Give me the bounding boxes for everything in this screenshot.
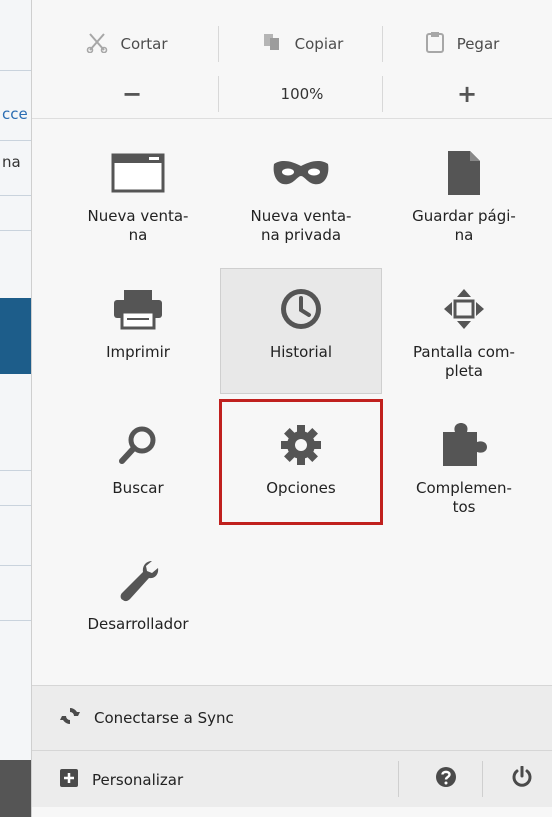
printer-icon: [112, 281, 164, 337]
tile-label: Pantalla com-pleta: [413, 343, 515, 380]
help-button[interactable]: [424, 751, 468, 807]
sync-icon: [60, 706, 80, 730]
zoom-in-button[interactable]: +: [387, 72, 547, 116]
fullscreen-icon: [442, 281, 486, 337]
background-page: cce na: [0, 0, 34, 817]
tile-label: Complemen-tos: [416, 479, 512, 516]
new-window-icon: [111, 145, 165, 201]
save-page-button[interactable]: Guardar pági-na: [383, 132, 545, 260]
customize-label: Personalizar: [92, 771, 184, 789]
cut-label: Cortar: [120, 35, 168, 53]
edit-controls: Cortar Copiar Pegar: [32, 22, 552, 66]
zoom-out-button[interactable]: −: [52, 72, 212, 116]
tile-label: Historial: [269, 343, 332, 361]
find-button[interactable]: Buscar: [57, 404, 219, 532]
sync-label: Conectarse a Sync: [94, 709, 234, 727]
private-mask-icon: [272, 145, 330, 201]
background-text-fragment: cce: [2, 105, 28, 123]
sync-row[interactable]: Conectarse a Sync: [32, 685, 552, 750]
firefox-menu-panel: Cortar Copiar Pegar − 100% + Nueva venta…: [31, 0, 552, 817]
paste-button[interactable]: Pegar: [387, 22, 537, 66]
copy-label: Copiar: [294, 35, 344, 53]
zoom-reset-button[interactable]: 100%: [222, 72, 382, 116]
customize-button[interactable]: Personalizar: [60, 769, 183, 791]
background-text-fragment: na: [2, 153, 21, 171]
developer-button[interactable]: Desarrollador: [57, 540, 219, 668]
new-window-button[interactable]: Nueva venta-na: [57, 132, 219, 260]
wrench-icon: [116, 553, 160, 609]
quit-button[interactable]: [500, 751, 544, 807]
copy-button[interactable]: Copiar: [222, 22, 382, 66]
tile-label: Nueva venta-na: [87, 207, 189, 244]
save-page-icon: [446, 145, 482, 201]
addons-button[interactable]: Complemen-tos: [383, 404, 545, 532]
copy-icon: [261, 31, 283, 58]
help-icon: [435, 766, 457, 792]
search-icon: [117, 417, 159, 473]
paste-label: Pegar: [456, 35, 500, 53]
history-button[interactable]: Historial: [220, 268, 382, 394]
scissors-icon: [86, 31, 108, 58]
plus-box-icon: [60, 769, 78, 791]
power-icon: [511, 765, 533, 792]
tile-label: Guardar pági-na: [412, 207, 516, 244]
history-clock-icon: [279, 281, 323, 337]
zoom-controls: − 100% +: [32, 72, 552, 116]
puzzle-icon: [439, 417, 489, 473]
tile-label: Nueva venta-na privada: [250, 207, 352, 244]
bottom-bar: Personalizar: [32, 750, 552, 807]
cut-button[interactable]: Cortar: [52, 22, 202, 66]
fullscreen-button[interactable]: Pantalla com-pleta: [383, 268, 545, 396]
tile-label: Desarrollador: [87, 615, 189, 633]
new-private-window-button[interactable]: Nueva venta-na privada: [220, 132, 382, 260]
options-highlight-frame: [219, 399, 383, 525]
print-button[interactable]: Imprimir: [57, 268, 219, 396]
clipboard-icon: [425, 31, 445, 58]
tile-label: Imprimir: [106, 343, 170, 361]
tile-label: Buscar: [112, 479, 164, 497]
